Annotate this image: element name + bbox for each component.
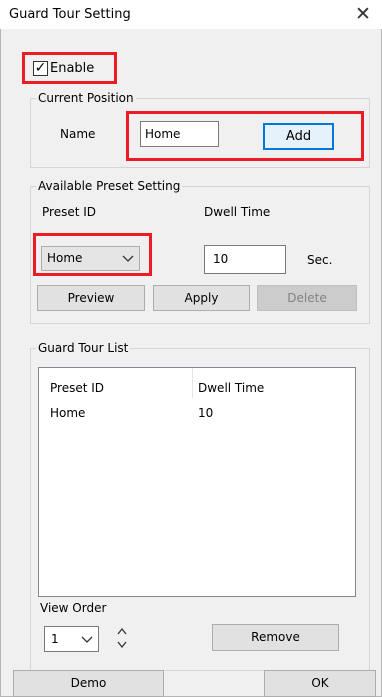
chevron-down-icon xyxy=(122,255,134,262)
name-label: Name xyxy=(60,127,96,141)
checkmark-icon: ✓ xyxy=(34,60,47,76)
delete-button: Delete xyxy=(257,285,357,311)
column-separator xyxy=(192,368,193,398)
row-preset-id: Home xyxy=(50,406,86,420)
row-dwell-time: 10 xyxy=(198,406,214,420)
dwell-time-input[interactable]: 10 xyxy=(204,245,286,274)
chevron-down-icon[interactable] xyxy=(117,640,127,650)
preview-button[interactable]: Preview xyxy=(37,285,145,311)
remove-button[interactable]: Remove xyxy=(212,624,339,651)
view-order-select[interactable]: 1 xyxy=(44,626,99,652)
chevron-down-icon xyxy=(81,636,93,643)
current-position-legend: Current Position xyxy=(36,91,136,105)
enable-label[interactable]: Enable xyxy=(50,61,94,76)
preset-setting-legend: Available Preset Setting xyxy=(36,179,183,193)
name-input[interactable]: Home xyxy=(140,121,219,147)
view-order-select-value: 1 xyxy=(51,632,59,646)
column-header-dwell-time[interactable]: Dwell Time xyxy=(198,381,264,395)
close-icon[interactable]: ✕ xyxy=(348,2,378,26)
guard-tour-list-legend: Guard Tour List xyxy=(36,341,131,355)
guard-tour-listview[interactable]: Preset ID Dwell Time Home 10 xyxy=(38,367,356,597)
chevron-up-icon[interactable] xyxy=(117,626,127,636)
window-title: Guard Tour Setting xyxy=(9,7,131,22)
demo-button[interactable]: Demo xyxy=(13,670,164,697)
view-order-label: View Order xyxy=(40,601,107,615)
dwell-unit-label: Sec. xyxy=(307,253,333,267)
dwell-time-label: Dwell Time xyxy=(204,205,271,219)
apply-button[interactable]: Apply xyxy=(153,285,250,311)
table-row[interactable]: Home 10 xyxy=(40,404,354,424)
preset-id-label: Preset ID xyxy=(42,205,97,219)
column-header-preset-id[interactable]: Preset ID xyxy=(50,381,104,395)
add-button[interactable]: Add xyxy=(263,123,334,150)
preset-id-select[interactable]: Home xyxy=(41,246,140,271)
enable-checkbox[interactable]: ✓ xyxy=(33,60,48,76)
ok-button[interactable]: OK xyxy=(264,670,376,697)
preset-id-select-value: Home xyxy=(47,251,83,265)
